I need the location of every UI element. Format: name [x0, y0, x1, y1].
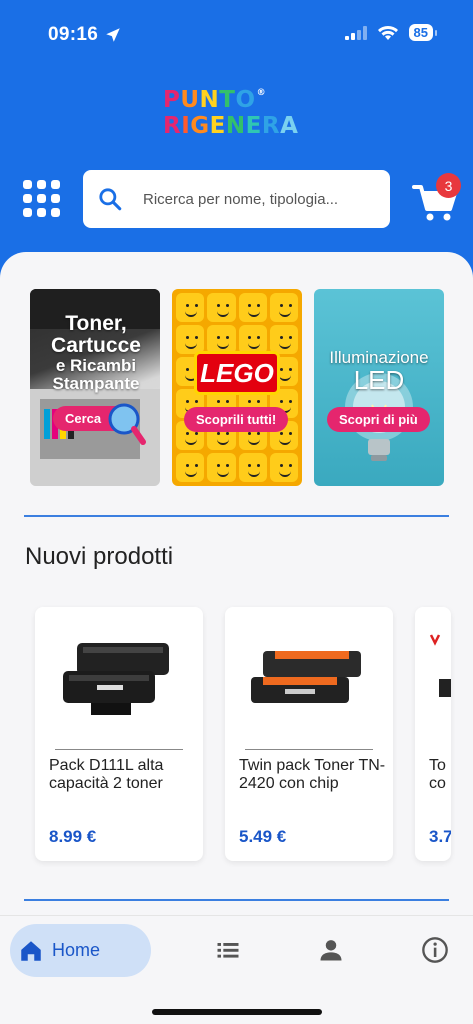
product-price: 8.99 €	[49, 827, 97, 846]
wifi-icon	[377, 25, 398, 40]
logo-letter: R	[163, 113, 182, 139]
status-bar: 09:16 85	[0, 0, 473, 70]
logo-letter: E	[209, 113, 226, 139]
logo-letter: G	[190, 113, 210, 139]
product-image	[429, 634, 451, 697]
signal-icon	[344, 25, 367, 40]
product-name: Twin pack Toner TN-2420 con chip	[239, 757, 386, 792]
brand-logo[interactable]: P U N T O ® RIGENERA	[163, 88, 313, 142]
logo-letter: U	[180, 87, 200, 113]
person-icon[interactable]	[317, 936, 345, 964]
section-title: Nuovi prodotti	[25, 543, 174, 570]
banner-led-title: Illuminazione LED	[329, 348, 429, 395]
nav-home-label: Home	[52, 940, 101, 960]
product-divider	[245, 749, 373, 750]
banner-toner-title: Toner, Cartucce e Ricambi Stampante	[51, 312, 141, 393]
toner-pack-image	[63, 643, 169, 715]
main-content: Toner, Cartucce e Ricambi Stampante Cerc…	[0, 252, 473, 922]
search-input[interactable]: Ricerca per nome, tipologia...	[83, 170, 390, 228]
product-price: 5.49 €	[239, 827, 287, 846]
banner-led[interactable]: Illuminazione LED Scopri di più	[314, 289, 444, 486]
list-icon[interactable]	[214, 936, 242, 964]
nav-home-button[interactable]: Home	[10, 924, 151, 977]
search-placeholder: Ricerca per nome, tipologia...	[143, 190, 339, 208]
search-icon	[99, 188, 122, 211]
product-divider	[55, 749, 183, 750]
magnifier-icon	[108, 403, 146, 445]
logo-letter: T	[219, 87, 236, 113]
toner-twin-image	[251, 651, 361, 703]
scoprili-tutti-button[interactable]: Scoprili tutti!	[184, 407, 289, 432]
banner-carousel: Toner, Cartucce e Ricambi Stampante Cerc…	[30, 289, 444, 486]
logo-letter: N	[199, 87, 220, 113]
logo-letter: O	[235, 87, 256, 113]
banner-lego[interactable]: LEGO Scoprili tutti!	[172, 289, 302, 486]
logo-letter: I	[181, 113, 191, 139]
status-time: 09:16	[48, 24, 122, 46]
product-card[interactable]: Twin pack Toner TN-2420 con chip 5.49 €	[225, 607, 393, 861]
home-indicator	[152, 1009, 322, 1015]
logo-letter: E	[245, 113, 262, 139]
logo-letter: R	[261, 113, 281, 139]
logo-registered-mark: ®	[256, 88, 267, 98]
bottom-navigation: Home	[0, 915, 473, 1024]
home-icon	[21, 940, 41, 961]
product-name: Pack D111L alta capacità 2 toner	[49, 757, 164, 792]
logo-letter: A	[280, 113, 299, 139]
status-icons: 85	[344, 24, 438, 41]
location-arrow-icon	[106, 28, 120, 42]
product-price: 3.7	[429, 827, 451, 846]
battery-icon: 85	[408, 24, 438, 41]
product-card[interactable]: Pack D111L alta capacità 2 toner 8.99 €	[35, 607, 203, 861]
lego-logo: LEGO	[194, 351, 280, 395]
logo-letter: N	[225, 113, 246, 139]
time-label: 09:16	[48, 24, 99, 45]
cart-count-badge: 3	[436, 173, 461, 198]
section-divider-2	[24, 899, 449, 901]
banner-toner[interactable]: Toner, Cartucce e Ricambi Stampante Cerc…	[30, 289, 160, 486]
product-list: Pack D111L alta capacità 2 toner 8.99 € …	[35, 607, 451, 861]
scopri-di-piu-button[interactable]: Scopri di più	[327, 407, 430, 432]
logo-letter: P	[163, 87, 181, 113]
grid-menu-icon[interactable]	[23, 180, 60, 217]
section-divider	[24, 515, 449, 517]
product-name: To co	[429, 757, 446, 792]
info-icon[interactable]	[421, 936, 449, 964]
product-card[interactable]: To co 3.7	[415, 607, 451, 861]
